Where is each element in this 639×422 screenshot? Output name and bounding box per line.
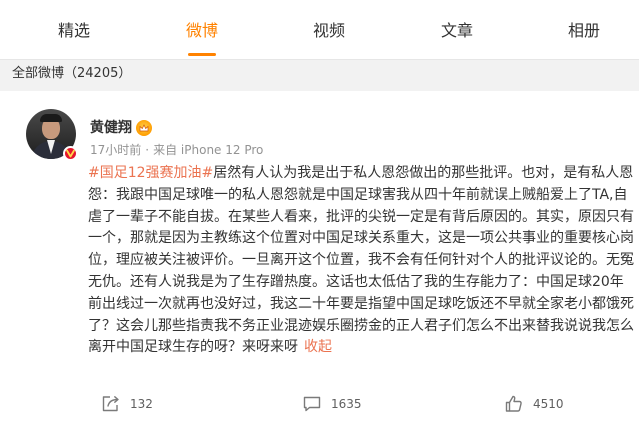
comment-button[interactable]: 1635 bbox=[302, 394, 362, 414]
post-hashtag[interactable]: #国足12强赛加油# bbox=[88, 165, 213, 181]
tab-albums[interactable]: 相册 bbox=[568, 20, 600, 42]
tab-articles[interactable]: 文章 bbox=[441, 20, 473, 42]
repost-count: 132 bbox=[130, 397, 153, 411]
weibo-count-value: （24205） bbox=[64, 66, 132, 81]
post-source: 来自 iPhone 12 Pro bbox=[153, 143, 264, 157]
tab-featured[interactable]: 精选 bbox=[58, 20, 90, 42]
post-card: 黄健翔 17小时前 · 来自 iPhone 12 Pro #国足12强赛加油#居然有… bbox=[0, 91, 639, 422]
thumbs-up-icon bbox=[504, 395, 524, 413]
weibo-count-label: 全部微博 bbox=[12, 66, 65, 81]
repost-button[interactable]: 132 bbox=[101, 394, 153, 414]
active-tab-indicator bbox=[188, 53, 216, 56]
post-body: #国足12强赛加油#居然有人认为我是出于私人恩怨做出的那些批评。也对，是有私人恩… bbox=[88, 163, 636, 359]
vip-crown-icon[interactable] bbox=[136, 120, 152, 136]
comment-count: 1635 bbox=[331, 397, 362, 411]
profile-tab-bar: 精选 微博 视频 文章 相册 bbox=[0, 0, 639, 60]
like-count: 4510 bbox=[533, 397, 564, 411]
tab-weibo[interactable]: 微博 bbox=[186, 20, 218, 42]
post-body-text: 居然有人认为我是出于私人恩怨做出的那些批评。也对，是有私人恩怨：我跟中国足球唯一… bbox=[88, 165, 634, 356]
repost-icon bbox=[101, 395, 121, 413]
post-time[interactable]: 17小时前 bbox=[90, 143, 141, 157]
post-actions: 132 1635 4510 bbox=[0, 389, 639, 419]
comment-icon bbox=[302, 395, 322, 413]
author-name[interactable]: 黄健翔 bbox=[90, 119, 132, 137]
tab-videos[interactable]: 视频 bbox=[313, 20, 345, 42]
like-button[interactable]: 4510 bbox=[504, 394, 564, 414]
collapse-link[interactable]: 收起 bbox=[304, 339, 332, 355]
verified-v-icon bbox=[63, 146, 78, 161]
weibo-count: 全部微博（24205） bbox=[12, 65, 131, 83]
post-meta: 17小时前 · 来自 iPhone 12 Pro bbox=[90, 143, 264, 157]
